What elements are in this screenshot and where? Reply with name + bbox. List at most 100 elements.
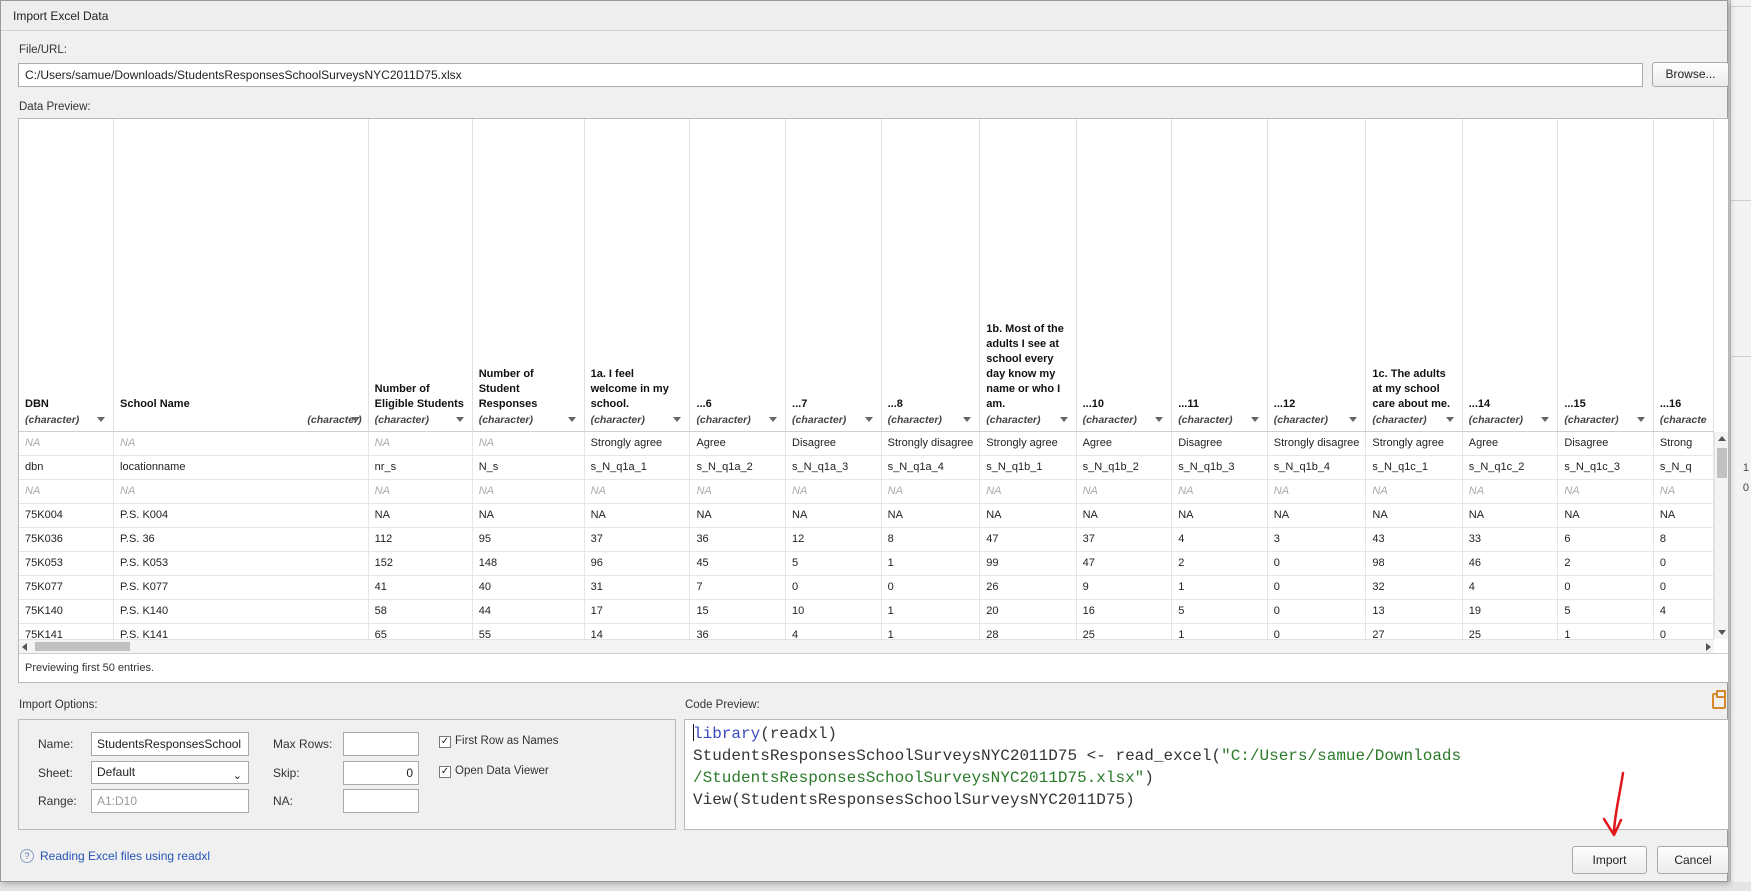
column-type-label: (character) xyxy=(1178,413,1233,426)
table-cell: s_N_q1b_2 xyxy=(1076,455,1173,480)
column-header[interactable]: Number of Eligible Students (character) xyxy=(368,119,473,432)
table-cell: NA xyxy=(881,503,981,528)
table-cell: 75K077 xyxy=(19,575,115,600)
table-cell: 46 xyxy=(1462,551,1559,576)
scroll-thumb[interactable] xyxy=(35,642,130,651)
table-cell: NA xyxy=(785,479,882,504)
column-menu-icon[interactable] xyxy=(1541,416,1550,422)
browse-button[interactable]: Browse... xyxy=(1652,62,1729,87)
table-cell: 1 xyxy=(881,599,981,624)
column-type-label: (character) xyxy=(478,413,533,426)
table-cell: 98 xyxy=(1365,551,1463,576)
table-cell: 41 xyxy=(368,575,473,600)
sheet-label: Sheet: xyxy=(38,766,73,780)
column-menu-icon[interactable] xyxy=(1636,416,1645,422)
table-cell: locationname xyxy=(113,455,369,480)
scroll-down-icon[interactable] xyxy=(1718,630,1726,635)
import-excel-dialog: Import Excel Data File/URL: C:/Users/sam… xyxy=(0,0,1729,882)
first-row-checkbox[interactable]: ✓ xyxy=(439,736,451,748)
table-cell: 0 xyxy=(1267,623,1367,639)
horizontal-scrollbar[interactable] xyxy=(19,639,1714,653)
table-cell: Strongly agree xyxy=(584,431,691,456)
column-header[interactable]: ...7 (character) xyxy=(785,119,882,432)
table-cell: NA xyxy=(1076,479,1173,504)
column-header[interactable]: DBN (character) xyxy=(19,119,115,432)
column-menu-icon[interactable] xyxy=(351,416,360,422)
table-cell: 20 xyxy=(979,599,1077,624)
skip-input[interactable]: 0 xyxy=(343,761,419,785)
table-cell: P.S. K141 xyxy=(113,623,369,639)
help-link[interactable]: ? Reading Excel files using readxl xyxy=(20,849,210,863)
column-header-name: ...6 xyxy=(696,397,712,410)
vertical-scrollbar[interactable] xyxy=(1714,432,1728,639)
scroll-up-icon[interactable] xyxy=(1718,436,1726,441)
sheet-select[interactable]: Default ⌄ xyxy=(91,761,249,784)
column-header[interactable]: ...11 (character) xyxy=(1171,119,1268,432)
column-header[interactable]: School Name (character) xyxy=(113,119,369,432)
column-menu-icon[interactable] xyxy=(864,416,873,422)
column-header[interactable]: ...8 (character) xyxy=(881,119,981,432)
background-text-fragment: 0 xyxy=(1742,482,1749,494)
column-menu-icon[interactable] xyxy=(769,416,778,422)
help-link-text[interactable]: Reading Excel files using readxl xyxy=(40,849,210,863)
table-cell: 0 xyxy=(1267,599,1367,624)
column-menu-icon[interactable] xyxy=(673,416,682,422)
column-header[interactable]: ...12 (character) xyxy=(1267,119,1367,432)
column-header[interactable]: ...10 (character) xyxy=(1076,119,1173,432)
table-cell: 3 xyxy=(1267,527,1367,552)
help-icon: ? xyxy=(20,849,34,863)
column-header[interactable]: 1c. The adults at my school care about m… xyxy=(1365,119,1463,432)
column-menu-icon[interactable] xyxy=(963,416,972,422)
column-menu-icon[interactable] xyxy=(1349,416,1358,422)
table-cell: 99 xyxy=(979,551,1077,576)
column-menu-icon[interactable] xyxy=(1250,416,1259,422)
table-cell: NA xyxy=(1365,479,1463,504)
table-cell: Agree xyxy=(1076,431,1173,456)
table-cell: 152 xyxy=(368,551,473,576)
column-menu-icon[interactable] xyxy=(455,416,464,422)
import-button[interactable]: Import xyxy=(1572,846,1647,874)
clipboard-icon[interactable] xyxy=(1712,690,1726,709)
table-cell: 27 xyxy=(1365,623,1463,639)
table-cell: 47 xyxy=(1076,551,1173,576)
table-cell: Strongly disagree xyxy=(881,431,981,456)
table-cell: s_N_q1c_2 xyxy=(1462,455,1559,480)
table-cell: s_N_q1a_3 xyxy=(785,455,882,480)
table-cell: P.S. 36 xyxy=(113,527,369,552)
column-menu-icon[interactable] xyxy=(1445,416,1454,422)
na-input[interactable] xyxy=(343,789,419,813)
column-menu-icon[interactable] xyxy=(1059,416,1068,422)
cancel-button[interactable]: Cancel xyxy=(1657,846,1729,874)
max-rows-input[interactable] xyxy=(343,732,419,756)
name-input[interactable]: StudentsResponsesSchool xyxy=(91,732,249,756)
column-header[interactable]: 1b. Most of the adults I see at school e… xyxy=(979,119,1077,432)
table-row: 75K036 P.S. 36 112 95 37 36 12 8 47 37 4 3 43 33 6 8 xyxy=(19,527,1714,552)
range-input[interactable]: A1:D10 xyxy=(91,789,249,813)
column-menu-icon[interactable] xyxy=(567,416,576,422)
column-header[interactable]: ...16 (characte xyxy=(1653,119,1714,432)
column-header[interactable]: ...15 (character) xyxy=(1557,119,1654,432)
column-header-name: ...7 xyxy=(792,397,808,410)
file-url-input[interactable]: C:/Users/samue/Downloads/StudentsRespons… xyxy=(18,63,1643,87)
column-header[interactable]: ...6 (character) xyxy=(689,119,787,432)
first-row-label: First Row as Names xyxy=(455,735,559,747)
scroll-right-icon[interactable] xyxy=(1706,643,1711,651)
import-options-label: Import Options: xyxy=(19,699,98,711)
table-cell: NA xyxy=(689,479,787,504)
table-cell: 37 xyxy=(1076,527,1173,552)
column-header[interactable]: ...14 (character) xyxy=(1462,119,1559,432)
scroll-thumb[interactable] xyxy=(1717,448,1727,478)
column-header-name: ...12 xyxy=(1273,397,1296,410)
column-header[interactable]: Number of Student Responses (character) xyxy=(472,119,585,432)
column-menu-icon[interactable] xyxy=(1155,416,1164,422)
scroll-left-icon[interactable] xyxy=(22,643,27,651)
column-header-name: Number of Eligible Students xyxy=(374,382,464,410)
column-type-label: (character) xyxy=(696,413,751,426)
table-cell: 2 xyxy=(1171,551,1268,576)
column-header[interactable]: 1a. I feel welcome in my school. (charact… xyxy=(584,119,691,432)
table-cell: Disagree xyxy=(1171,431,1268,456)
column-menu-icon[interactable] xyxy=(97,416,106,422)
open-viewer-checkbox[interactable]: ✓ xyxy=(439,766,451,778)
code-preview: library(readxl) StudentsResponsesSchoolS… xyxy=(684,719,1729,830)
data-preview-grid: DBN (character) School Name (character) Numb… xyxy=(18,118,1729,683)
